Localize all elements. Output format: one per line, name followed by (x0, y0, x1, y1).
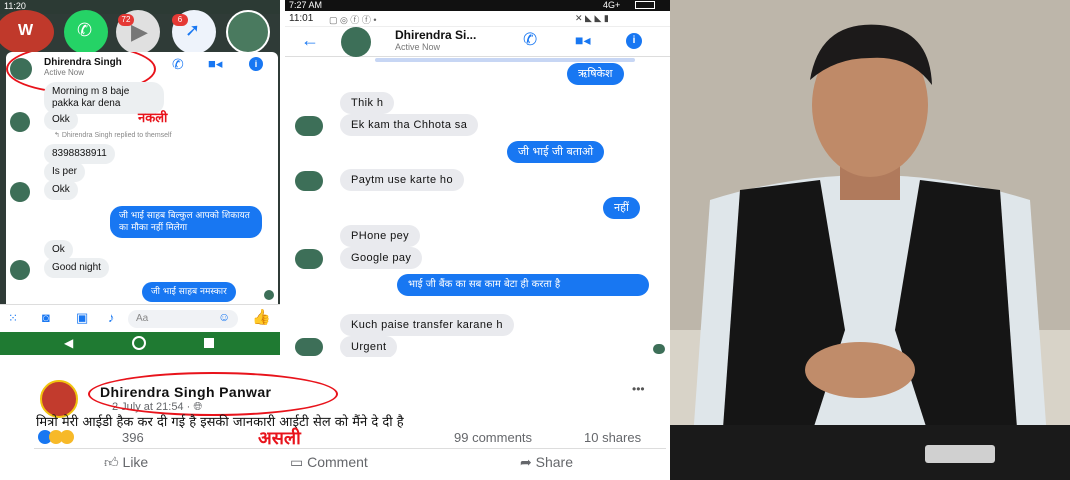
contact-status: Active Now (395, 42, 441, 52)
thumbs-up-icon: 👍︎ (104, 454, 119, 470)
avatar (10, 182, 30, 202)
video-call-icon[interactable]: ■◂ (575, 32, 590, 49)
message-bubble: Okk (44, 180, 78, 200)
contact-name: Dhirendra Si... (395, 28, 477, 42)
message-bubble: Good night (44, 258, 109, 278)
more-options-icon[interactable]: ••• (632, 382, 645, 396)
fake-annotation: नकली (138, 111, 168, 126)
gallery-icon[interactable]: ▣ (76, 310, 88, 326)
message-bubble: Ek kam tha Chhota sa (340, 114, 479, 136)
middle-phone-screenshot: 7:27 AM 4G+ 11:01 ▢ ◎ ⓕ ⓕ • ✕ ◣ ◣ ▮ ← Dh… (285, 0, 670, 357)
recents-icon[interactable] (204, 338, 214, 348)
back-arrow-icon[interactable]: ← (301, 30, 319, 51)
message-bubble: Is per (44, 162, 86, 182)
info-icon[interactable]: i (626, 33, 642, 49)
avatar (295, 249, 323, 269)
messages-badge: 72 (118, 14, 134, 26)
back-icon[interactable]: ◀ (64, 336, 73, 350)
video-call-icon[interactable]: ■◂ (208, 56, 222, 72)
whatsapp-icon[interactable]: ✆ (64, 10, 108, 54)
message-bubble: Ok (44, 240, 73, 260)
app-icon-w[interactable]: W (0, 10, 54, 54)
comment-button[interactable]: ▭ Comment (290, 454, 368, 471)
info-icon[interactable]: i (249, 57, 263, 71)
like-icon[interactable]: 👍 (252, 308, 271, 326)
message-bubble-sent: नहीं (603, 197, 640, 219)
status-bar-secondary: 11:01 ▢ ◎ ⓕ ⓕ • ✕ ◣ ◣ ▮ (285, 11, 670, 27)
message-bubble: Urgent (340, 336, 398, 357)
chat-header: ← Dhirendra Si... Active Now ✆ ■◂ i (285, 27, 670, 57)
message-bubble: Kuch paise transfer karane h (340, 314, 514, 336)
status-time: 11:01 (289, 13, 314, 24)
read-receipt-avatar (264, 290, 274, 300)
message-bubble: PHone pey (340, 225, 421, 247)
apps-icon[interactable]: ⁙ (8, 311, 18, 325)
share-icon: ➦ (520, 454, 532, 470)
phone-icon[interactable]: ✆ (172, 56, 184, 73)
comment-icon: ▭ (290, 454, 304, 470)
avatar (295, 338, 323, 356)
camera-icon[interactable]: ◙ (42, 310, 50, 325)
reply-note: ↰ Dhirendra Singh replied to themself (54, 132, 172, 139)
divider (34, 448, 666, 449)
messenger-badge: 6 (172, 14, 188, 26)
person-photo (670, 0, 1070, 480)
signal-icons: ✕ ◣ ◣ ▮ (575, 13, 609, 23)
network-indicator: 4G+ (603, 0, 621, 10)
notification-icons: ▢ ◎ ⓕ ⓕ • (329, 15, 377, 25)
avatar (341, 27, 371, 57)
photo-illustration (670, 0, 1070, 480)
battery-icon (635, 1, 655, 9)
read-receipt-avatar (653, 344, 665, 354)
highlight-ellipse (88, 372, 338, 416)
post-text: मित्रो मेरी आईडी हैक कर दी गई है इसकी जा… (36, 415, 404, 430)
avatar (10, 112, 30, 132)
like-button[interactable]: 👍︎ Like (104, 454, 148, 471)
message-bubble-sent: भाई जी बैंक का सब काम बेटा ही करता है (397, 274, 649, 296)
message-bubble: Thik h (340, 92, 395, 114)
message-bubble-sent: जी भाई जी बताओ (507, 141, 605, 163)
avatar (295, 171, 323, 191)
android-nav-bar: ◀ (0, 332, 280, 355)
avatar (10, 260, 30, 280)
facebook-post: Dhirendra Singh Panwar 2 July at 21:54 ·… (28, 368, 673, 480)
emoji-icon[interactable]: ☺ (218, 310, 230, 324)
previous-message-edge (375, 58, 635, 62)
microphone-icon[interactable]: ♪ (108, 310, 115, 325)
status-bar: 7:27 AM 4G+ (285, 0, 670, 11)
shares-count[interactable]: 10 shares (584, 430, 641, 445)
message-bubble: Google pay (340, 247, 423, 269)
reaction-count[interactable]: 396 (122, 430, 144, 445)
message-bubble-sent: जी भाई साहब बिल्कुल आपको शिकायत का मौका … (110, 206, 262, 238)
message-bubble-sent: ऋषिकेश (567, 63, 624, 85)
reactions-icon[interactable] (38, 430, 74, 447)
message-bubble: 8398838911 (44, 144, 115, 164)
real-annotation: असली (258, 428, 301, 449)
message-bubble-sent: जी भाई साहब नमस्कार (142, 282, 236, 302)
composer-bar: ⁙ ◙ ▣ ♪ Aa ☺ 👍 (0, 304, 280, 332)
message-bubble: Okk (44, 110, 78, 130)
home-icon[interactable] (132, 336, 146, 350)
phone-icon[interactable]: ✆ (523, 30, 537, 50)
left-phone-screenshot: 11:20 W ✆ ▶ 72 ➚ 6 Dhirendra Singh Activ… (0, 0, 280, 355)
avatar (295, 116, 323, 136)
message-bubble: Paytm use karte ho (340, 169, 464, 191)
comments-count[interactable]: 99 comments (454, 430, 532, 445)
contact-chat-head[interactable] (226, 10, 270, 54)
share-button[interactable]: ➦ Share (520, 454, 573, 471)
status-time: 7:27 AM (289, 0, 323, 10)
